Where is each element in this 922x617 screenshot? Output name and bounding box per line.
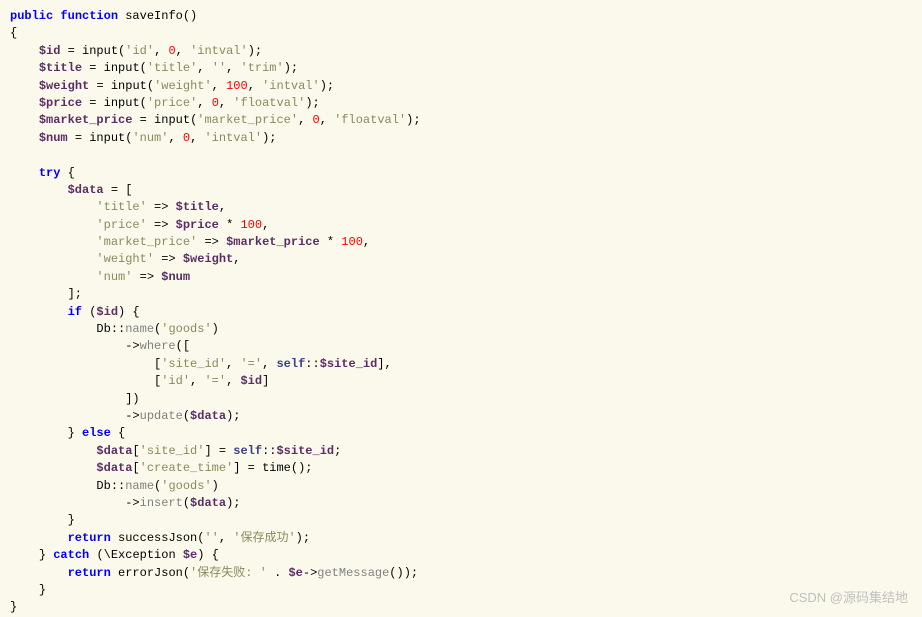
watermark-text: CSDN @源码集结地	[789, 589, 908, 608]
code-block: public function saveInfo() { $id = input…	[10, 8, 912, 617]
